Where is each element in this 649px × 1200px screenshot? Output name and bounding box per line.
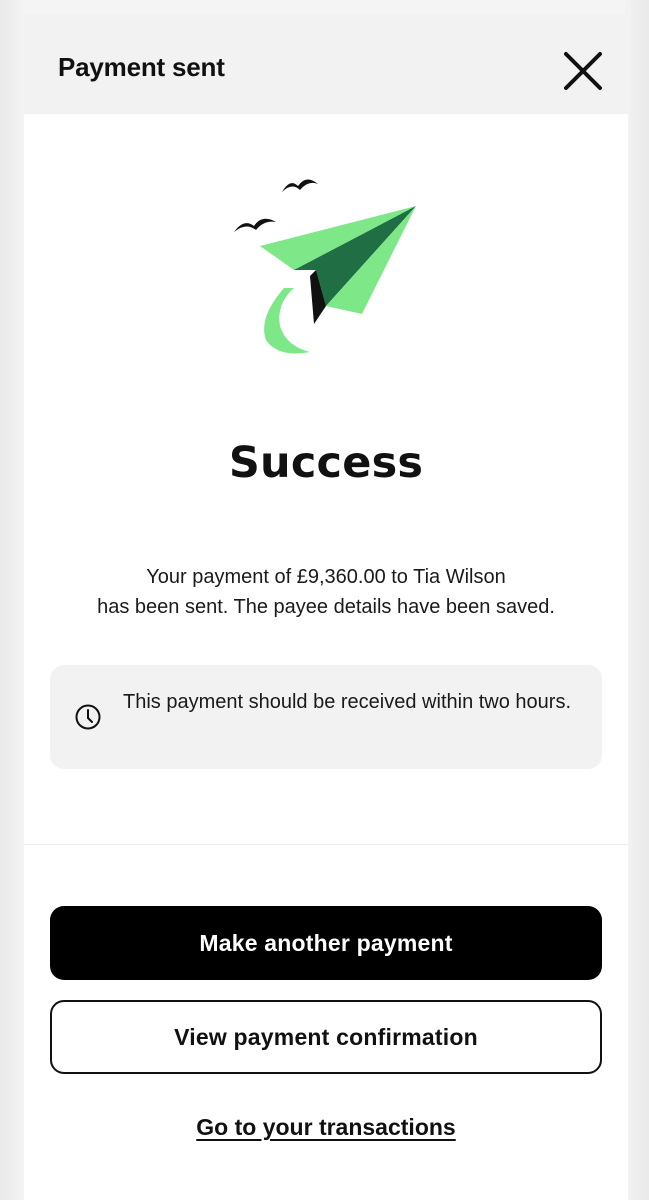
message-line-2: has been sent. The payee details have be… <box>97 596 555 618</box>
bird-icon <box>282 179 318 192</box>
go-to-transactions-link[interactable]: Go to your transactions <box>24 1114 628 1141</box>
message-line-1: Your payment of £9,360.00 to Tia Wilson <box>146 566 506 588</box>
bird-icon <box>234 218 276 232</box>
header: Payment sent <box>24 14 628 114</box>
close-button[interactable] <box>560 48 606 94</box>
swoosh-trail <box>264 288 310 354</box>
success-message: Your payment of £9,360.00 to Tia Wilson … <box>64 562 588 622</box>
divider <box>24 844 628 845</box>
page-title: Payment sent <box>58 52 225 82</box>
delivery-notice: This payment should be received within t… <box>50 665 602 769</box>
notice-text: This payment should be received within t… <box>123 691 572 713</box>
clock-icon <box>74 703 102 731</box>
make-another-payment-button[interactable]: Make another payment <box>50 906 602 980</box>
close-icon <box>564 52 602 90</box>
view-payment-confirmation-button[interactable]: View payment confirmation <box>50 1000 602 1074</box>
payment-sent-sheet: Payment sent Success Your payment of £9,… <box>24 14 628 1200</box>
success-heading: Success <box>228 438 424 488</box>
paper-plane-illustration <box>230 164 430 364</box>
